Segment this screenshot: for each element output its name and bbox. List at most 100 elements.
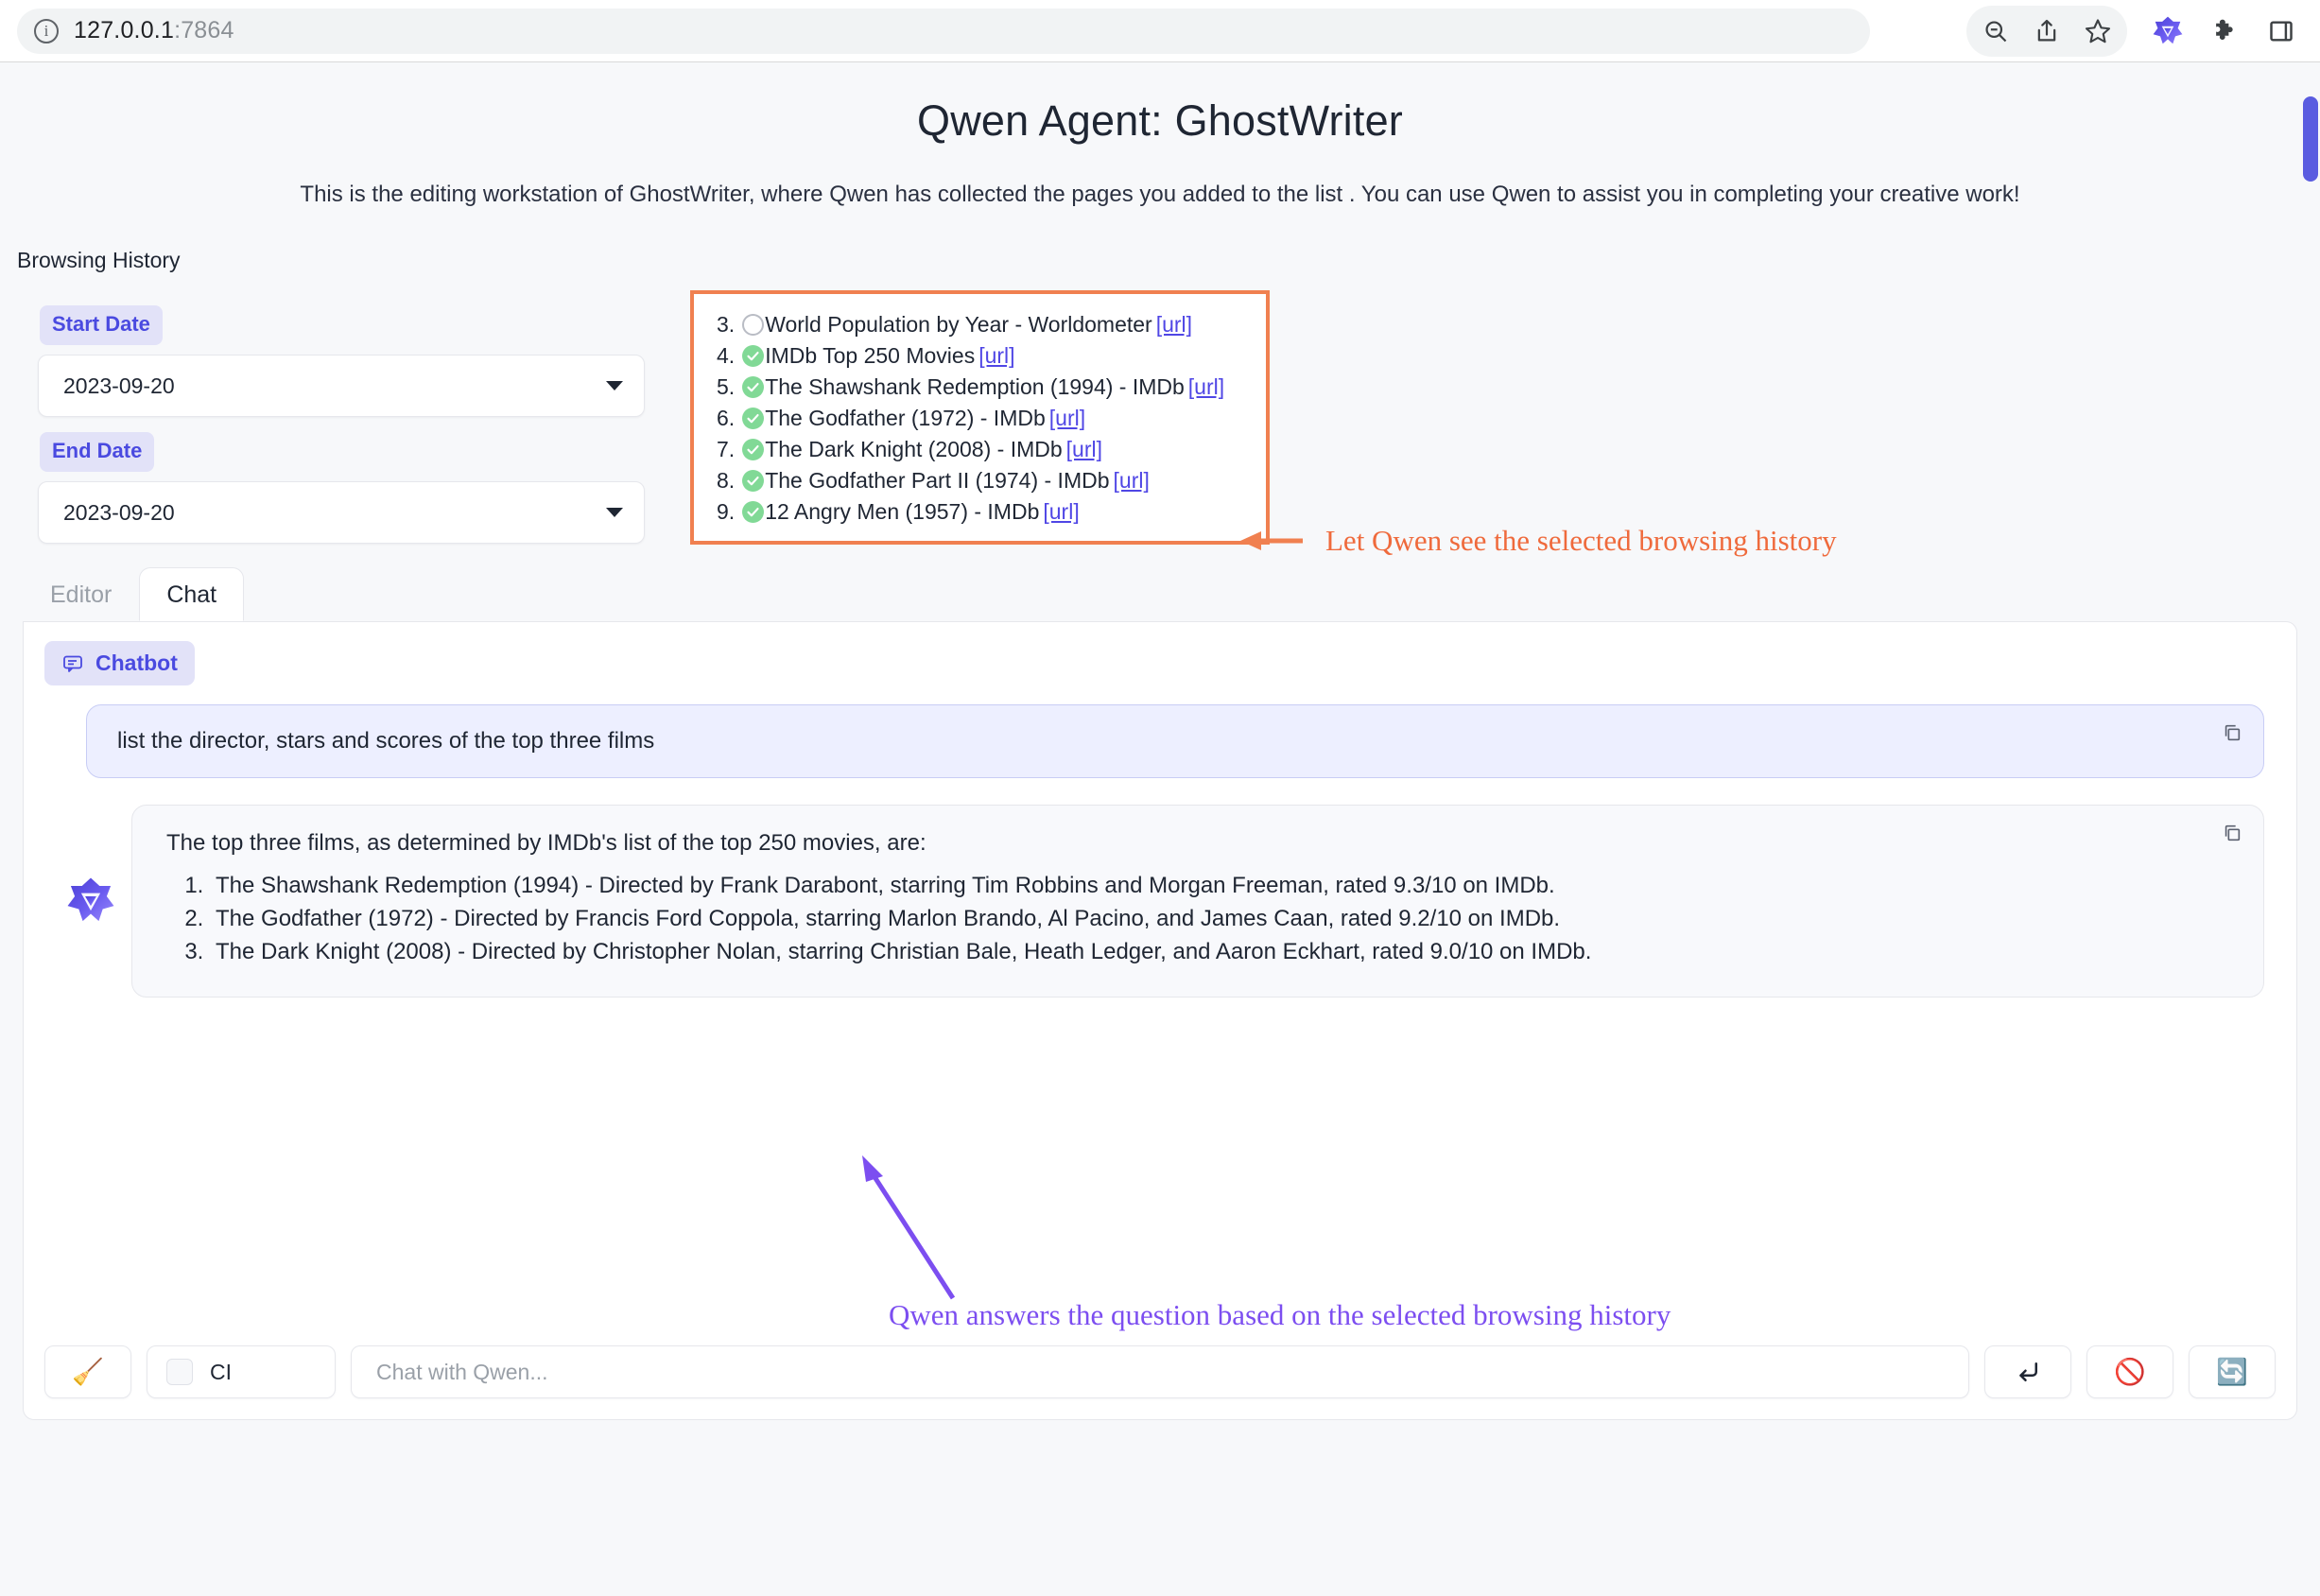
browsing-history-list: 3. World Population by Year - Worldometer…	[690, 290, 1270, 545]
bot-answer-item: The Shawshank Redemption (1994) - Direct…	[210, 870, 2229, 903]
start-date-dropdown[interactable]: 2023-09-20	[38, 355, 645, 417]
copy-icon[interactable]	[2222, 722, 2242, 743]
checkmark-icon[interactable]	[742, 345, 765, 367]
history-item-title: 12 Angry Men (1957) - IMDb	[765, 499, 1040, 524]
bookmark-star-icon[interactable]	[2072, 6, 2123, 57]
history-item-title: World Population by Year - Worldometer	[765, 312, 1152, 337]
history-item-url-link[interactable]: [url]	[1156, 314, 1192, 336]
ci-checkbox[interactable]	[166, 1359, 193, 1385]
bot-answer-item: The Dark Knight (2008) - Directed by Chr…	[210, 936, 2229, 969]
site-info-icon[interactable]: i	[34, 18, 59, 43]
checkmark-icon[interactable]	[742, 376, 765, 398]
chevron-down-icon	[606, 381, 623, 390]
chat-action-buttons: 🚫 🔄	[1984, 1345, 2276, 1398]
retry-button[interactable]: 🔄	[2189, 1345, 2276, 1398]
annotation-orange: Let Qwen see the selected browsing histo…	[1238, 524, 1837, 558]
chat-bubble-icon	[63, 655, 82, 672]
annotation-orange-text: Let Qwen see the selected browsing histo…	[1325, 524, 1837, 557]
checkmark-icon[interactable]	[742, 470, 765, 492]
history-item[interactable]: 7. The Dark Knight (2008) - IMDb [url]	[707, 434, 1253, 465]
history-item-index: 5.	[717, 374, 736, 399]
tab-bar: Editor Chat	[23, 567, 2320, 621]
ci-checkbox-group[interactable]: CI	[147, 1345, 336, 1398]
chat-toolbar: 🧹 CI 🚫 🔄	[24, 1325, 2296, 1419]
submit-button[interactable]	[1984, 1345, 2071, 1398]
scrollbar-thumb[interactable]	[2303, 96, 2318, 182]
broom-icon: 🧹	[72, 1358, 104, 1386]
clear-history-button[interactable]: 🧹	[44, 1345, 131, 1398]
tab-chat[interactable]: Chat	[139, 567, 245, 621]
checkmark-icon[interactable]	[742, 501, 765, 523]
end-date-dropdown[interactable]: 2023-09-20	[38, 481, 645, 544]
tab-editor[interactable]: Editor	[23, 567, 139, 621]
start-date-value: 2023-09-20	[63, 373, 175, 398]
qwen-avatar-icon	[65, 876, 116, 927]
zoom-out-icon[interactable]	[1970, 6, 2021, 57]
history-item-title: The Dark Knight (2008) - IMDb	[765, 437, 1063, 461]
history-item-url-link[interactable]: [url]	[1049, 408, 1085, 429]
history-item[interactable]: 5. The Shawshank Redemption (1994) - IMDb…	[707, 372, 1253, 403]
browser-toolbar: i 127.0.0.1:7864	[0, 0, 2320, 62]
extensions-puzzle-icon[interactable]	[2199, 6, 2250, 57]
end-date-value: 2023-09-20	[63, 499, 175, 525]
history-item[interactable]: 6. The Godfather (1972) - IMDb [url]	[707, 403, 1253, 434]
copy-icon[interactable]	[2222, 823, 2242, 843]
history-item-url-link[interactable]: [url]	[1188, 376, 1224, 398]
history-item-url-link[interactable]: [url]	[978, 345, 1014, 367]
bot-answer-item: The Godfather (1972) - Directed by Franc…	[210, 903, 2229, 936]
history-item-index: 9.	[717, 499, 736, 524]
browsing-history-label: Browsing History	[17, 248, 181, 272]
chat-input-wrapper[interactable]	[351, 1345, 1969, 1398]
bot-answer-list: The Shawshank Redemption (1994) - Direct…	[210, 870, 2229, 968]
history-item-url-link[interactable]: [url]	[1114, 470, 1150, 492]
chat-panel: Chatbot list the director, stars and sco…	[23, 621, 2297, 1420]
history-item[interactable]: 8. The Godfather Part II (1974) - IMDb [ur…	[707, 465, 1253, 496]
share-icon[interactable]	[2021, 6, 2072, 57]
history-item-title: IMDb Top 250 Movies	[765, 343, 976, 368]
stop-button[interactable]: 🚫	[2086, 1345, 2173, 1398]
history-item-title: The Godfather Part II (1974) - IMDb	[765, 468, 1110, 493]
chevron-down-icon	[606, 508, 623, 517]
sidebar-toggle-icon[interactable]	[2256, 6, 2307, 57]
url-port: :7864	[174, 17, 234, 43]
history-item[interactable]: 9. 12 Angry Men (1957) - IMDb [url]	[707, 496, 1253, 528]
user-message-text: list the director, stars and scores of t…	[117, 728, 655, 754]
user-message-bubble: list the director, stars and scores of t…	[86, 704, 2264, 778]
checkmark-icon[interactable]	[742, 439, 765, 460]
history-item-index: 6.	[717, 406, 736, 430]
date-filter-column: Start Date 2023-09-20 End Date 2023-09-2…	[0, 290, 662, 544]
start-date-label: Start Date	[40, 305, 163, 345]
qwen-extension-icon[interactable]	[2142, 6, 2193, 57]
controls-row: Start Date 2023-09-20 End Date 2023-09-2…	[0, 290, 2320, 545]
end-date-label: End Date	[40, 432, 155, 472]
enter-arrow-icon	[2019, 1362, 2037, 1381]
bot-message-row: The top three films, as determined by IM…	[65, 805, 2264, 998]
checkmark-icon[interactable]	[742, 408, 765, 429]
history-item-url-link[interactable]: [url]	[1043, 501, 1079, 523]
bot-message-bubble: The top three films, as determined by IM…	[131, 805, 2264, 998]
chatbot-label: Chatbot	[44, 641, 195, 685]
stop-icon: 🚫	[2114, 1358, 2146, 1386]
history-item-index: 4.	[717, 343, 736, 368]
url-text: 127.0.0.1:7864	[74, 17, 234, 44]
history-wrapper: 3. World Population by Year - Worldometer…	[690, 290, 1270, 545]
history-item[interactable]: 4. IMDb Top 250 Movies [url]	[707, 340, 1253, 372]
address-bar[interactable]: i 127.0.0.1:7864	[17, 8, 1870, 54]
arrow-left-icon	[1240, 531, 1303, 550]
history-item-index: 3.	[717, 312, 736, 337]
unchecked-circle-icon[interactable]	[742, 314, 765, 336]
bot-intro-text: The top three films, as determined by IM…	[166, 830, 926, 856]
app-page: Qwen Agent: GhostWriter This is the edit…	[0, 62, 2320, 1596]
ci-label: CI	[210, 1359, 232, 1384]
history-item[interactable]: 3. World Population by Year - Worldometer…	[707, 309, 1253, 340]
history-item-index: 8.	[717, 468, 736, 493]
history-item-title: The Godfather (1972) - IMDb	[765, 406, 1046, 430]
page-title: Qwen Agent: GhostWriter	[917, 96, 1403, 145]
site-info-glyph: i	[43, 21, 49, 40]
history-item-url-link[interactable]: [url]	[1066, 439, 1102, 460]
chat-input[interactable]	[376, 1359, 1944, 1385]
history-item-index: 7.	[717, 437, 736, 461]
browser-actions	[1966, 5, 2307, 57]
url-host: 127.0.0.1	[74, 17, 175, 43]
browser-actions-group	[1966, 5, 2127, 57]
